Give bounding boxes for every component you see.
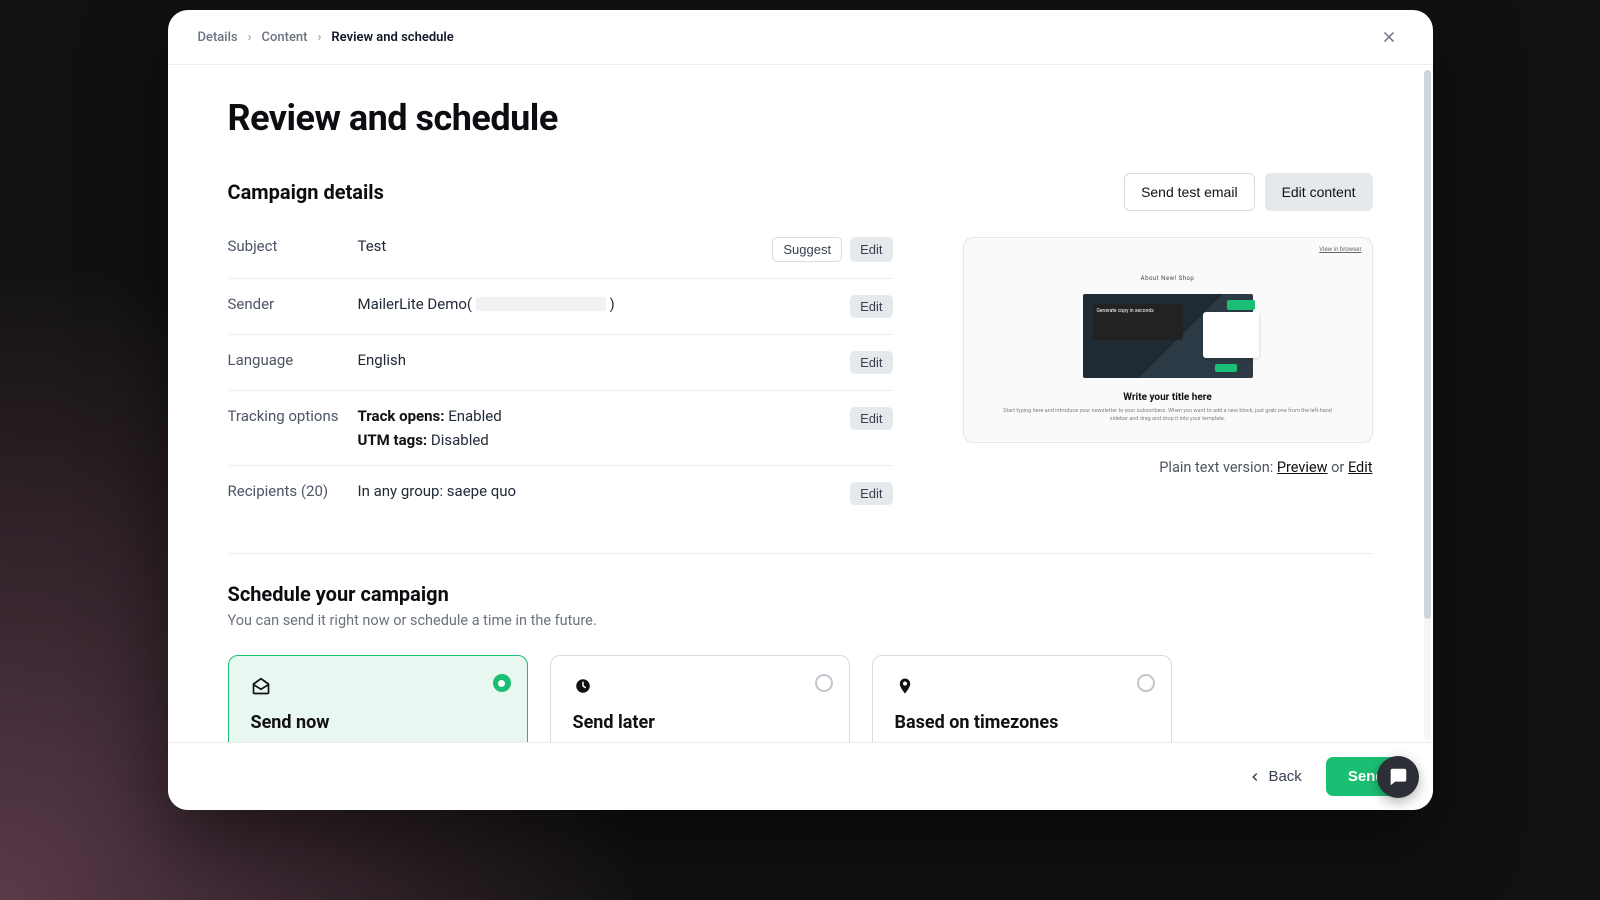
details-left: Subject Test Suggest Edit Sender MailerL… — [228, 237, 893, 521]
row-recipients: Recipients (20) In any group: saepe quo … — [228, 465, 893, 521]
details-block: Subject Test Suggest Edit Sender MailerL… — [228, 237, 1373, 521]
chevron-left-icon — [1248, 770, 1262, 784]
close-icon — [1380, 28, 1398, 46]
preview-cta — [1215, 364, 1237, 372]
preview-link[interactable]: Preview — [1277, 459, 1328, 476]
preview-edit-link[interactable]: Edit — [1348, 459, 1373, 476]
value-recipients: In any group: saepe quo — [358, 482, 851, 500]
label-recipients: Recipients (20) — [228, 482, 358, 500]
value-sender: MailerLite Demo( ) — [358, 295, 851, 313]
scrollbar-track[interactable] — [1424, 70, 1431, 740]
sender-prefix: MailerLite Demo( — [358, 295, 473, 313]
option-title: Send now — [251, 712, 505, 733]
tracking-utm-key: UTM tags: — [358, 431, 428, 449]
value-tracking: Track opens: Enabled UTM tags: Disabled — [358, 407, 851, 449]
pin-icon — [895, 676, 915, 696]
row-language: Language English Edit — [228, 334, 893, 390]
radio-selected — [493, 674, 511, 692]
modal: Details › Content › Review and schedule … — [168, 10, 1433, 810]
breadcrumb-review: Review and schedule — [331, 30, 453, 45]
edit-sender-button[interactable]: Edit — [850, 295, 892, 318]
details-actions: Send test email Edit content — [1124, 173, 1372, 211]
label-sender: Sender — [228, 295, 358, 313]
intercom-icon — [1387, 766, 1409, 788]
option-send-now[interactable]: Send now — [228, 655, 528, 756]
back-button[interactable]: Back — [1238, 760, 1311, 793]
preview-hero-card-b — [1203, 312, 1259, 358]
mail-open-icon — [251, 676, 271, 696]
separator — [228, 553, 1373, 554]
details-right: View in browser About New! Shop Generate… — [963, 237, 1373, 521]
label-subject: Subject — [228, 237, 358, 255]
row-subject: Subject Test Suggest Edit — [228, 237, 893, 278]
edit-subject-button[interactable]: Edit — [850, 237, 892, 262]
preview-badge — [1227, 300, 1255, 310]
topbar: Details › Content › Review and schedule — [168, 10, 1433, 65]
preview-view-in-browser: View in browser — [974, 246, 1362, 253]
schedule-description: You can send it right now or schedule a … — [228, 612, 1373, 629]
sender-redacted — [476, 297, 606, 311]
chevron-right-icon: › — [248, 30, 252, 45]
preview-body: Start typing here and introduce your new… — [974, 407, 1362, 424]
bottombar: Back Send — [168, 742, 1433, 810]
suggest-button[interactable]: Suggest — [772, 237, 842, 262]
row-sender: Sender MailerLite Demo( ) Edit — [228, 278, 893, 334]
intercom-launcher[interactable] — [1377, 756, 1419, 798]
tracking-utm-val: Disabled — [427, 431, 489, 449]
tracking-opens-key: Track opens: — [358, 407, 445, 425]
label-language: Language — [228, 351, 358, 369]
schedule-options: Send now Send later Based on timezones — [228, 655, 1373, 756]
value-language: English — [358, 351, 851, 369]
tracking-opens-val: Enabled — [444, 407, 501, 425]
back-label: Back — [1268, 768, 1301, 785]
label-tracking: Tracking options — [228, 407, 358, 425]
value-subject: Test — [358, 237, 773, 255]
preview-nav: About New! Shop — [974, 275, 1362, 282]
preview-hero-card: Generate copy in seconds — [1093, 304, 1183, 340]
send-test-email-button[interactable]: Send test email — [1124, 173, 1255, 211]
email-preview[interactable]: View in browser About New! Shop Generate… — [963, 237, 1373, 443]
section-title-details: Campaign details — [228, 180, 384, 204]
close-button[interactable] — [1375, 23, 1403, 51]
preview-or: or — [1331, 459, 1348, 476]
breadcrumbs: Details › Content › Review and schedule — [198, 30, 454, 45]
radio-unselected — [815, 674, 833, 692]
modal-inner: Details › Content › Review and schedule … — [168, 10, 1433, 810]
page-title: Review and schedule — [228, 97, 1373, 139]
details-header: Campaign details Send test email Edit co… — [228, 173, 1373, 211]
option-timezones[interactable]: Based on timezones — [872, 655, 1172, 756]
preview-mini: View in browser About New! Shop Generate… — [964, 238, 1372, 432]
edit-tracking-button[interactable]: Edit — [850, 407, 892, 430]
sender-suffix: ) — [610, 295, 615, 313]
edit-content-button[interactable]: Edit content — [1265, 173, 1373, 211]
scrollbar-thumb[interactable] — [1424, 70, 1431, 619]
radio-unselected — [1137, 674, 1155, 692]
preview-hero: Generate copy in seconds — [1083, 294, 1253, 378]
row-tracking: Tracking options Track opens: Enabled UT… — [228, 390, 893, 465]
preview-footer-prefix: Plain text version: — [1159, 459, 1277, 476]
preview-title: Write your title here — [974, 392, 1362, 403]
edit-language-button[interactable]: Edit — [850, 351, 892, 374]
option-title: Send later — [573, 712, 827, 733]
content: Review and schedule Campaign details Sen… — [168, 65, 1433, 810]
breadcrumb-details[interactable]: Details — [198, 30, 238, 45]
option-title: Based on timezones — [895, 712, 1149, 733]
edit-recipients-button[interactable]: Edit — [850, 482, 892, 505]
section-title-schedule: Schedule your campaign — [228, 582, 1373, 606]
option-send-later[interactable]: Send later — [550, 655, 850, 756]
preview-footer: Plain text version: Preview or Edit — [963, 459, 1373, 476]
chevron-right-icon: › — [318, 30, 322, 45]
breadcrumb-content[interactable]: Content — [262, 30, 308, 45]
clock-icon — [573, 676, 593, 696]
